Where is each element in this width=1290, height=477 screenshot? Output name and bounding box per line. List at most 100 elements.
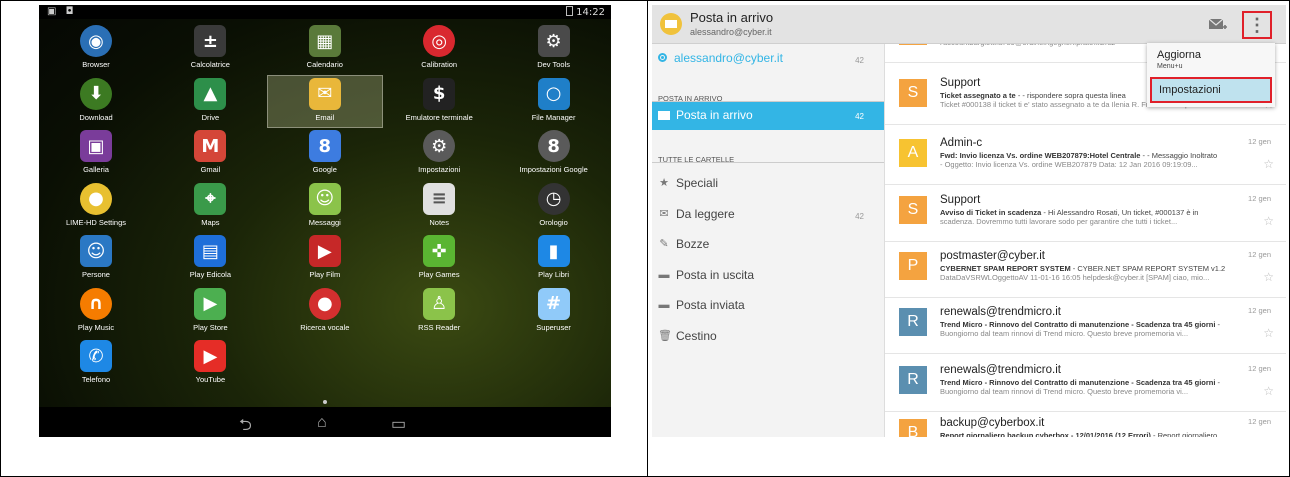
app-lime-hd-settings[interactable]: ● LIME-HD Settings [39,181,153,232]
app-dev-tools[interactable]: ⚙ Dev Tools [497,23,611,74]
home-icon[interactable]: ⌂ [317,414,327,432]
app-label: Google [312,165,337,174]
app-play-games[interactable]: ✜ Play Games [382,233,496,284]
app-superuser[interactable]: # Superuser [497,286,611,337]
recents-icon[interactable]: ▭ [391,414,406,434]
message-subject: Trend Micro - Rinnovo del Contratto di m… [940,320,1216,329]
sent-icon: ▬ [658,299,670,311]
play-edicola-icon: ▤ [194,235,227,267]
app-label: Dev Tools [537,60,570,69]
sidebar-item-label: Posta in arrivo [676,108,753,122]
star-icon[interactable]: ☆ [1263,214,1274,228]
sidebar-item-posta-inviata[interactable]: ▬ Posta inviata [652,296,884,318]
app-notes[interactable]: ≡ Notes [382,181,496,232]
star-icon[interactable]: ☆ [1263,326,1274,340]
file-manager-icon: ○ [537,77,570,110]
outbox-icon: ▬ [658,268,670,281]
app-impostazioni[interactable]: ⚙ Impostazioni [382,128,496,179]
message-sender: Admin-c [940,137,983,149]
app-email[interactable]: ✉ Email [266,74,383,128]
battery-icon [566,6,574,16]
play-libri-icon: ▮ [537,235,570,267]
app-telefono[interactable]: ✆ Telefono [39,338,153,389]
app-ricerca-vocale[interactable]: ● Ricerca vocale [268,286,382,337]
sidebar-item-speciali[interactable]: ★ Speciali [652,174,884,196]
sidebar-item-da-leggere[interactable]: ✉ Da leggere 42 [652,205,884,227]
app-play-libri[interactable]: ▮ Play Libri [497,233,611,284]
youtube-icon: ▶ [194,340,227,372]
star-icon[interactable]: ☆ [1263,384,1274,398]
app-play-film[interactable]: ▶ Play Film [268,233,382,284]
play-store-icon: ▶ [194,287,227,320]
app-play-edicola[interactable]: ▤ Play Edicola [153,233,267,284]
message-row[interactable]: A Admin-c Fwd: Invio licenza Vs. ordine WE… [885,129,1286,185]
back-icon[interactable]: ⮌ [239,414,252,437]
app-file-manager[interactable]: ○ File Manager [497,76,611,127]
app-maps[interactable]: ⌖ Maps [153,181,267,232]
message-sender: Support [940,194,981,206]
sidebar-item-label: Posta inviata [676,298,745,312]
app-youtube[interactable]: ▶ YouTube [153,338,267,389]
compose-icon[interactable] [1208,15,1228,33]
app-orologio[interactable]: ◷ Orologio [497,181,611,232]
app-label: Calibration [421,60,458,69]
app-label: Orologio [539,217,568,227]
star-icon: ★ [659,177,669,189]
app-calcolatrice[interactable]: ± Calcolatrice [153,23,267,74]
message-row[interactable]: Rrenewals@trendmicro.it Trend Micro - Rin… [885,298,1286,354]
star-icon[interactable]: ☆ [1263,157,1274,171]
app-google[interactable]: 8 Google [268,128,382,179]
app-label: Play Film [309,270,341,279]
message-row[interactable]: Ppostmaster@cyber.it CYBERNET SPAM REPORT… [885,242,1286,298]
app-impostazioni-google[interactable]: 8 Impostazioni Google [497,128,611,179]
app-calibration[interactable]: ◎ Calibration [382,23,496,74]
app-messaggi[interactable]: ☺ Messaggi [268,181,382,232]
sidebar-item-cestino[interactable]: 🗑 Cestino [652,327,884,349]
app-drive[interactable]: ▲ Drive [153,76,267,127]
message-subject: Ticket assegnato a te [940,91,1016,100]
account-email: alessandro@cyber.it [674,51,783,65]
sidebar-item-inbox[interactable]: Posta in arrivo 42 [652,102,884,130]
message-snippet-inline: - CYBER.NET SPAM REPORT SYSTEM v1.2 [1070,264,1226,273]
overflow-menu-button[interactable]: ⋮ [1242,11,1272,39]
account-selector[interactable]: alessandro@cyber.it 42 [652,48,884,70]
sidebar-item-posta-in-uscita[interactable]: ▬ Posta in uscita [652,266,884,288]
app-label: Ricerca vocale [300,322,350,332]
calendario-icon: ▦ [308,25,341,57]
app-label: Gmail [200,165,221,174]
menu-item-settings[interactable]: Impostazioni [1150,77,1272,103]
app-gmail[interactable]: M Gmail [153,128,267,179]
message-snippet-inline: - [1215,320,1221,329]
app-galleria[interactable]: ▣ Galleria [39,128,153,179]
menu-item-refresh[interactable]: Aggiorna [1157,49,1201,61]
app-download[interactable]: ⬇ Download [39,76,153,127]
app-calendario[interactable]: ▦ Calendario [268,23,382,74]
envelope-icon: ✉ [659,207,669,220]
app-label: Calcolatrice [190,60,230,69]
telefono-icon: ✆ [80,340,112,372]
app-label: Galleria [83,165,109,174]
app-persone[interactable]: ☺ Persone [39,233,153,284]
message-row[interactable]: Rrenewals@trendmicro.it Trend Micro - Rin… [885,356,1286,412]
superuser-icon: # [537,287,570,320]
message-row[interactable]: S Support Avviso di Ticket in scadenza - H… [885,186,1286,242]
message-row[interactable]: Bbackup@cyberbox.it Report giornaliero ba… [885,409,1286,437]
email-app-icon[interactable] [660,13,682,35]
play-music-icon: ∩ [80,287,112,320]
app-label: Play Music [77,322,115,332]
app-browser[interactable]: ◉ Browser [39,23,153,74]
app-emulatore-terminale[interactable]: $ Emulatore terminale [382,76,496,127]
sender-avatar: R [899,308,927,336]
message-snippet: scadenza. Dovremmo tutti lavorare sodo p… [940,217,1178,226]
app-label: Notes [429,217,449,227]
drafts-icon: ✎ [659,238,669,250]
message-sender: Support [940,77,981,89]
sidebar-item-bozze[interactable]: ✎ Bozze [652,235,884,257]
app-play-store[interactable]: ▶ Play Store [153,286,267,337]
app-play-music[interactable]: ∩ Play Music [39,286,153,337]
calibration-icon: ◎ [423,25,456,57]
star-icon[interactable]: ☆ [1263,270,1274,284]
app-label: Telefono [81,375,111,384]
message-snippet: Buongiorno dal team rinnovi di Trend mic… [940,387,1189,396]
app-rss-reader[interactable]: ♙ RSS Reader [382,286,496,337]
